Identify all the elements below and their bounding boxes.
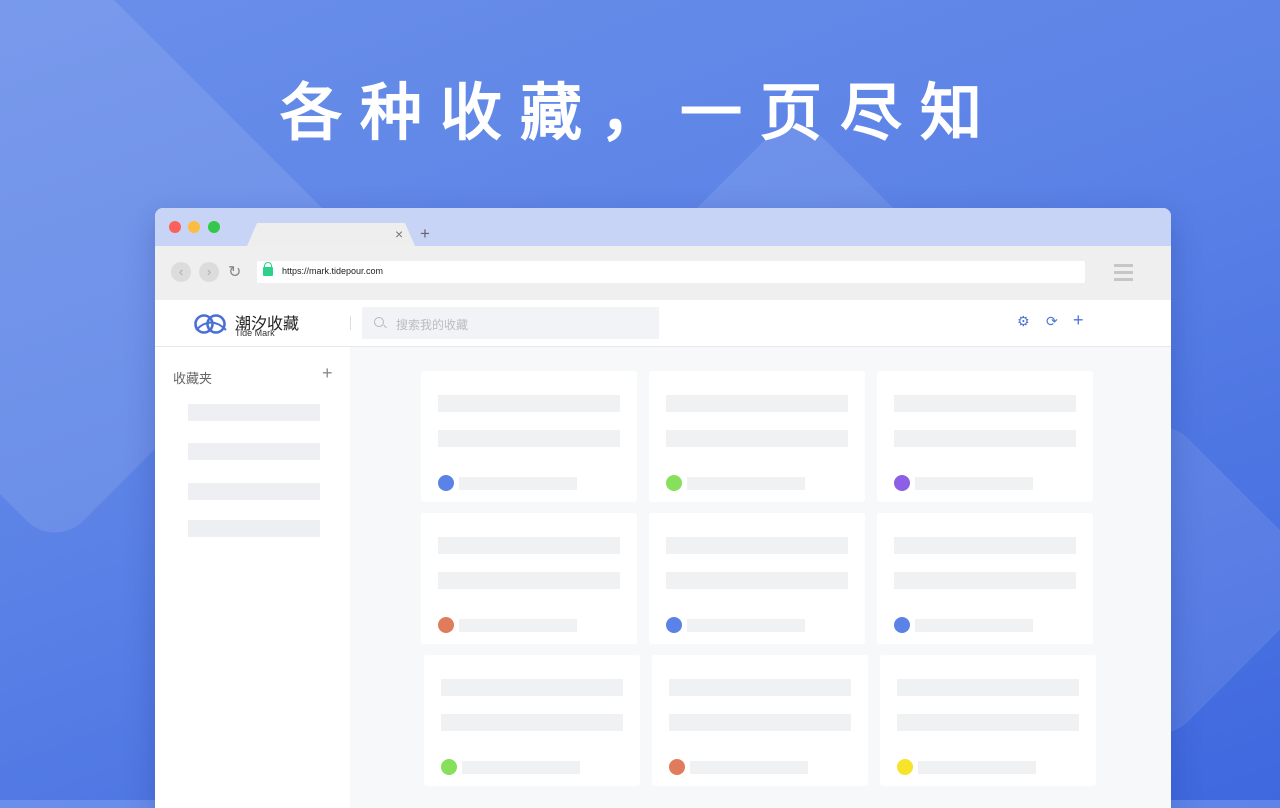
- card-title-placeholder: [666, 537, 848, 554]
- card-title-placeholder: [669, 679, 851, 696]
- card-desc-placeholder: [894, 572, 1076, 589]
- brand-subtitle: Tide Mark: [235, 328, 275, 338]
- search-input[interactable]: 搜索我的收藏: [362, 307, 659, 339]
- card-title-placeholder: [897, 679, 1079, 696]
- site-icon: [669, 759, 685, 775]
- card-title-placeholder: [894, 395, 1076, 412]
- site-icon: [666, 475, 682, 491]
- sidebar: 收藏夹 +: [155, 347, 350, 808]
- maximize-window-button[interactable]: [208, 221, 220, 233]
- card-meta-placeholder: [687, 619, 805, 632]
- card-desc-placeholder: [894, 430, 1076, 447]
- card-meta-placeholder: [462, 761, 580, 774]
- card-meta-placeholder: [459, 477, 577, 490]
- sidebar-item[interactable]: [188, 520, 320, 537]
- forward-button[interactable]: ›: [199, 262, 219, 282]
- bookmark-card[interactable]: [421, 513, 637, 644]
- card-title-placeholder: [438, 537, 620, 554]
- address-bar-row: ‹ › ↻ https://mark.tidepour.com: [155, 246, 1171, 300]
- card-meta-placeholder: [687, 477, 805, 490]
- bookmark-card[interactable]: [424, 655, 640, 786]
- sidebar-title: 收藏夹: [173, 372, 213, 387]
- bookmark-card[interactable]: [877, 371, 1093, 502]
- bookmark-card[interactable]: [877, 513, 1093, 644]
- search-icon: [374, 317, 384, 327]
- browser-window: × + ‹ › ↻ https://mark.tidepour.com 潮汐收藏…: [155, 208, 1171, 808]
- card-desc-placeholder: [666, 572, 848, 589]
- card-desc-placeholder: [669, 714, 851, 731]
- site-icon: [438, 617, 454, 633]
- header-divider: [350, 316, 351, 330]
- back-button[interactable]: ‹: [171, 262, 191, 282]
- bookmark-card[interactable]: [421, 371, 637, 502]
- headline: 各种收藏，一页尽知: [279, 76, 1000, 149]
- site-icon: [441, 759, 457, 775]
- add-folder-button[interactable]: +: [322, 363, 333, 384]
- site-icon: [897, 759, 913, 775]
- card-meta-placeholder: [915, 619, 1033, 632]
- add-bookmark-button[interactable]: +: [1073, 310, 1084, 331]
- site-icon: [894, 617, 910, 633]
- app-body: 收藏夹 +: [155, 347, 1171, 808]
- lock-icon: [263, 262, 273, 276]
- site-icon: [666, 617, 682, 633]
- tab-bar: × +: [155, 208, 1171, 246]
- card-desc-placeholder: [441, 714, 623, 731]
- tab-close-icon[interactable]: ×: [395, 226, 403, 242]
- sidebar-item[interactable]: [188, 443, 320, 460]
- url-text: https://mark.tidepour.com: [282, 266, 384, 276]
- bookmark-card[interactable]: [649, 513, 865, 644]
- card-title-placeholder: [441, 679, 623, 696]
- card-title-placeholder: [894, 537, 1076, 554]
- site-icon: [438, 475, 454, 491]
- app-header: 潮汐收藏 Tide Mark 搜索我的收藏 ⚙ ⟳ +: [155, 300, 1171, 347]
- site-icon: [894, 475, 910, 491]
- card-desc-placeholder: [666, 430, 848, 447]
- minimize-window-button[interactable]: [188, 221, 200, 233]
- reload-icon[interactable]: ↻: [228, 262, 241, 282]
- close-window-button[interactable]: [169, 221, 181, 233]
- menu-icon[interactable]: [1114, 264, 1133, 285]
- card-meta-placeholder: [690, 761, 808, 774]
- card-meta-placeholder: [915, 477, 1033, 490]
- browser-tab[interactable]: [247, 223, 415, 246]
- url-field[interactable]: https://mark.tidepour.com: [257, 261, 1085, 283]
- sync-icon[interactable]: ⟳: [1046, 313, 1058, 330]
- tide-mark-logo: [194, 314, 227, 334]
- new-tab-button[interactable]: +: [420, 224, 430, 244]
- bookmark-grid: [350, 347, 1171, 808]
- card-meta-placeholder: [918, 761, 1036, 774]
- bookmark-card[interactable]: [880, 655, 1096, 786]
- search-placeholder: 搜索我的收藏: [396, 318, 469, 332]
- sidebar-item[interactable]: [188, 483, 320, 500]
- card-title-placeholder: [438, 395, 620, 412]
- bookmark-card[interactable]: [652, 655, 868, 786]
- card-desc-placeholder: [438, 430, 620, 447]
- card-desc-placeholder: [897, 714, 1079, 731]
- card-title-placeholder: [666, 395, 848, 412]
- bookmark-card[interactable]: [649, 371, 865, 502]
- card-desc-placeholder: [438, 572, 620, 589]
- card-meta-placeholder: [459, 619, 577, 632]
- sidebar-item[interactable]: [188, 404, 320, 421]
- settings-icon[interactable]: ⚙: [1017, 313, 1030, 330]
